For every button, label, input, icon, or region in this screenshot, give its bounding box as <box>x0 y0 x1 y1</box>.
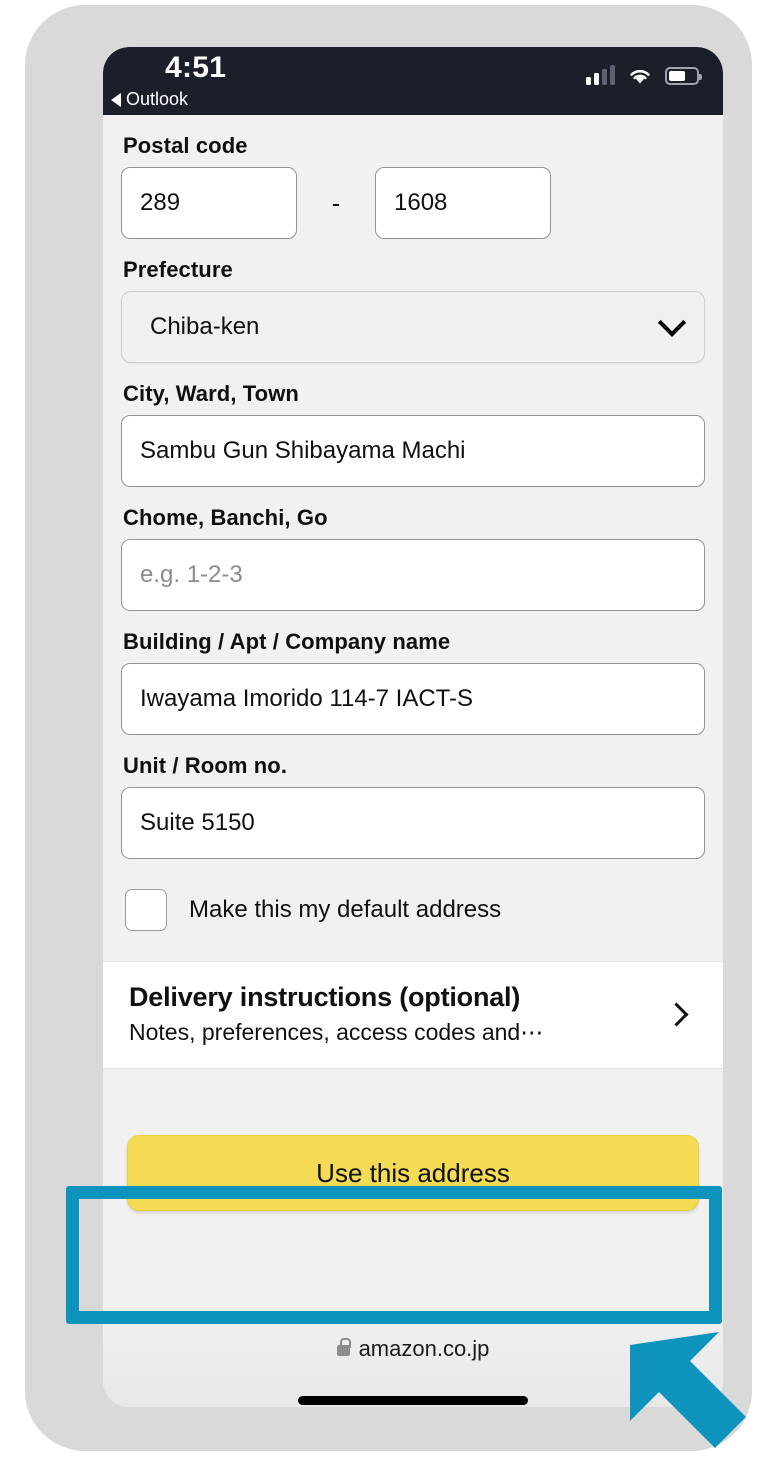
default-address-label: Make this my default address <box>189 896 502 923</box>
building-label: Building / Apt / Company name <box>123 629 451 654</box>
chevron-down-icon <box>657 308 687 337</box>
back-to-app-link[interactable]: Outlook <box>111 89 188 110</box>
lock-icon <box>336 1338 351 1356</box>
default-address-checkbox[interactable] <box>125 889 167 931</box>
postal-code-row: 289 - 1608 <box>121 167 705 239</box>
postal-code-label: Postal code <box>123 133 248 158</box>
delivery-instructions-card[interactable]: Delivery instructions (optional) Notes, … <box>103 961 723 1069</box>
status-icons <box>586 65 702 85</box>
unit-input[interactable]: Suite 5150 <box>121 787 705 859</box>
browser-url-bar[interactable]: amazon.co.jp <box>103 1313 723 1407</box>
building-input[interactable]: Iwayama Imorido 114-7 IACT-S <box>121 663 705 735</box>
use-this-address-button[interactable]: Use this address <box>127 1135 699 1211</box>
url-text-group: amazon.co.jp <box>103 1336 723 1362</box>
cta-zone: Use this address <box>103 1109 723 1237</box>
city-input[interactable]: Sambu Gun Shibayama Machi <box>121 415 705 487</box>
prefecture-label: Prefecture <box>123 257 233 282</box>
wifi-icon <box>627 65 653 85</box>
postal-code-part2-input[interactable]: 1608 <box>375 167 551 239</box>
url-label: amazon.co.jp <box>358 1336 490 1361</box>
battery-icon <box>665 67 702 85</box>
delivery-instructions-text: Delivery instructions (optional) Notes, … <box>129 982 543 1046</box>
chome-input[interactable]: e.g. 1-2-3 <box>121 539 705 611</box>
delivery-instructions-subtitle: Notes, preferences, access codes and⋯ <box>129 1019 544 1045</box>
home-indicator <box>298 1396 528 1405</box>
city-label: City, Ward, Town <box>123 381 299 406</box>
prefecture-selected-value: Chiba-ken <box>150 313 260 340</box>
delivery-instructions-title: Delivery instructions (optional) <box>129 982 521 1012</box>
back-app-label: Outlook <box>126 89 189 109</box>
unit-label: Unit / Room no. <box>123 753 288 778</box>
default-address-checkbox-row[interactable]: Make this my default address <box>125 889 705 931</box>
postal-code-part1-input[interactable]: 289 <box>121 167 297 239</box>
chome-label: Chome, Banchi, Go <box>123 505 328 530</box>
address-form-page: Postal code 289 - 1608 Prefecture Chiba-… <box>103 133 723 1407</box>
status-bar: 4:51 Outlook <box>103 47 723 115</box>
prefecture-select[interactable]: Chiba-ken <box>121 291 705 363</box>
status-time: 4:51 <box>165 51 227 84</box>
postal-code-separator: - <box>331 188 341 218</box>
back-triangle-icon <box>111 92 121 107</box>
phone-bezel: 4:51 Outlook Postal code 289 - 1608 Pref… <box>25 5 752 1451</box>
signal-icon <box>586 65 615 85</box>
phone-screen: 4:51 Outlook Postal code 289 - 1608 Pref… <box>103 47 723 1407</box>
chevron-right-icon <box>664 1001 689 1027</box>
